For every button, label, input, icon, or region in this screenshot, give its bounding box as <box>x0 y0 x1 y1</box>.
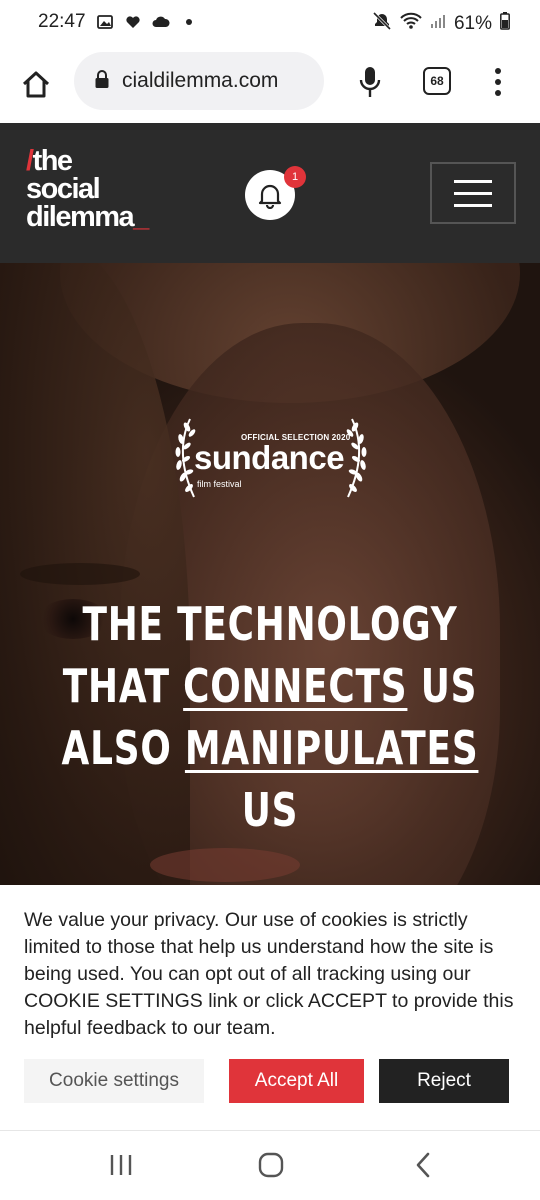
menu-dot <box>495 68 501 74</box>
menu-dot <box>495 79 501 85</box>
recent-apps-button[interactable] <box>101 1149 141 1181</box>
headline-line-2: THAT CONNECTS US <box>59 655 480 717</box>
hamburger-line <box>454 203 492 207</box>
hero-background-lips <box>150 848 300 882</box>
headline-connects: CONNECTS <box>183 659 408 713</box>
laurel-sundance: sundance <box>194 439 345 476</box>
home-outline-icon <box>22 71 50 98</box>
signal-icon <box>430 13 446 35</box>
menu-dot <box>495 90 501 96</box>
tab-switcher-button[interactable]: 68 <box>423 67 451 95</box>
mute-icon <box>372 11 392 37</box>
cookie-banner: We value your privacy. Our use of cookie… <box>0 885 540 1130</box>
headline-also: ALSO <box>61 721 185 775</box>
address-bar[interactable]: cialdilemma.com <box>74 52 324 110</box>
hamburger-menu-button[interactable] <box>430 162 516 224</box>
hamburger-line <box>454 191 492 195</box>
wifi-icon <box>400 12 422 36</box>
home-icon <box>258 1152 284 1178</box>
status-bar: 22:47 61% <box>0 0 540 48</box>
voice-search-button[interactable] <box>352 62 388 102</box>
headline-line-4: US <box>241 783 299 837</box>
cookie-message: We value your privacy. Our use of cookie… <box>24 909 514 1039</box>
cookie-settings-button[interactable]: Cookie settings <box>24 1059 204 1103</box>
battery-text: 61% <box>453 13 492 34</box>
mic-icon <box>359 67 381 97</box>
battery-icon <box>500 12 510 36</box>
clock: 22:47 <box>38 11 86 32</box>
lock-icon <box>94 69 110 94</box>
gallery-icon <box>96 13 114 31</box>
headline-line-1: THE TECHNOLOGY <box>82 597 458 651</box>
heart-icon <box>124 13 142 31</box>
hero-headline: THE TECHNOLOGY THAT CONNECTS US ALSO MAN… <box>59 593 480 841</box>
hero-background-brow <box>20 563 140 585</box>
headline-line-3: ALSO MANIPULATES <box>59 717 480 779</box>
url-text: cialdilemma.com <box>122 69 279 92</box>
bell-icon <box>258 184 282 209</box>
dot-icon <box>180 13 198 31</box>
back-icon <box>416 1152 430 1178</box>
cloud-icon <box>152 13 170 31</box>
hamburger-line <box>454 179 492 183</box>
hero-section: OFFICIAL SELECTION 2020 sundance film fe… <box>0 263 540 885</box>
laurel-film-festival: film festival <box>197 479 242 489</box>
browser-toolbar: cialdilemma.com 68 <box>0 48 540 122</box>
logo-underscore: _ <box>133 201 149 233</box>
reject-button[interactable]: Reject <box>379 1059 509 1103</box>
notification-badge: 1 <box>284 166 306 188</box>
logo-line-3: dilemma <box>26 201 135 233</box>
site-logo[interactable]: /the social dilemma_ <box>26 147 149 233</box>
system-nav-bar <box>0 1130 540 1200</box>
sundance-laurel: OFFICIAL SELECTION 2020 sundance film fe… <box>168 413 374 503</box>
headline-manipulates: MANIPULATES <box>184 721 479 775</box>
back-button[interactable] <box>403 1149 443 1181</box>
browser-home-button[interactable] <box>16 64 56 104</box>
headline-that: THAT <box>62 659 184 713</box>
site-header: /the social dilemma_ 1 <box>0 123 540 263</box>
system-home-button[interactable] <box>251 1149 291 1181</box>
recent-apps-icon <box>110 1155 132 1175</box>
logo-line-2: social <box>26 173 101 205</box>
headline-us-1: US <box>407 659 478 713</box>
accept-all-button[interactable]: Accept All <box>229 1059 364 1103</box>
browser-menu-button[interactable] <box>486 64 510 100</box>
